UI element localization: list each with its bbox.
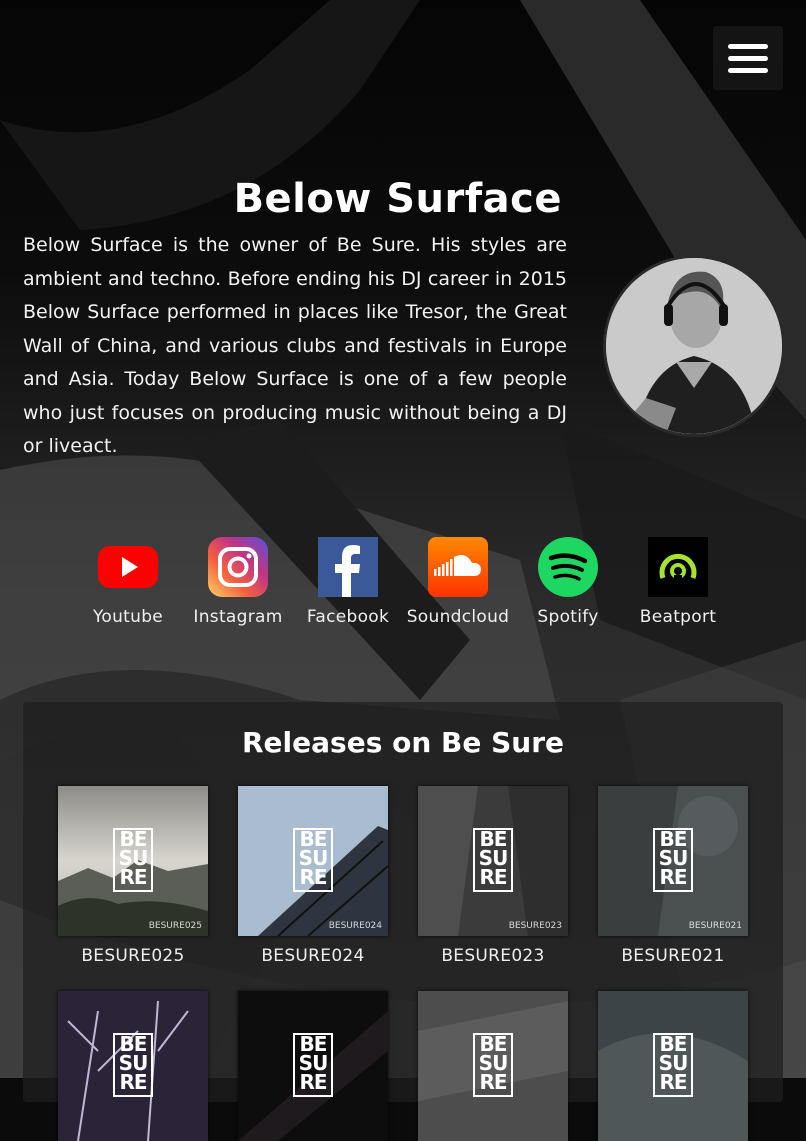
- release-cover: BE SU RE BESURE023: [418, 786, 568, 936]
- artist-bio: Below Surface is the owner of Be Sure. H…: [23, 234, 567, 457]
- besure-logo: BE SU RE: [653, 1033, 693, 1097]
- release-label: BESURE023: [441, 946, 545, 966]
- release-label: BESURE025: [81, 946, 185, 966]
- facebook-icon: [318, 537, 378, 597]
- cover-code: BESURE024: [328, 921, 382, 931]
- release-cover: BE SU RE BESURE024: [238, 786, 388, 936]
- release-cover: BE SU RE: [598, 991, 748, 1141]
- release-item[interactable]: BE SU RE BESURE023 BESURE023: [418, 786, 568, 966]
- menu-button[interactable]: [713, 26, 783, 90]
- beatport-icon: [648, 537, 708, 597]
- social-label: Facebook: [306, 607, 390, 627]
- release-cover: BE SU RE BESURE021: [598, 786, 748, 936]
- release-cover: BE SU RE BESURE025: [58, 786, 208, 936]
- besure-logo: BE SU RE: [293, 828, 333, 892]
- release-item[interactable]: BE SU RE: [598, 991, 748, 1141]
- social-link-youtube[interactable]: Youtube: [73, 537, 183, 627]
- besure-logo: BE SU RE: [293, 1033, 333, 1097]
- release-label: BESURE021: [621, 946, 725, 966]
- social-label: Beatport: [639, 607, 717, 627]
- release-item[interactable]: BE SU RE: [418, 991, 568, 1141]
- releases-title: Releases on Be Sure: [242, 726, 564, 759]
- spotify-icon: [538, 537, 598, 597]
- release-cover: BE SU RE: [238, 991, 388, 1141]
- instagram-icon: [208, 537, 268, 597]
- release-item[interactable]: BE SU RE: [58, 991, 208, 1141]
- release-item[interactable]: BE SU RE BESURE021 BESURE021: [598, 786, 748, 966]
- youtube-icon: [98, 546, 158, 588]
- hamburger-icon-bar: [728, 55, 768, 61]
- besure-logo: BE SU RE: [473, 1033, 513, 1097]
- avatar: [603, 255, 785, 437]
- social-label: Youtube: [92, 607, 164, 627]
- social-label: Spotify: [537, 607, 599, 627]
- social-link-instagram[interactable]: Instagram: [183, 537, 293, 627]
- social-link-soundcloud[interactable]: Soundcloud: [403, 537, 513, 627]
- soundcloud-icon: [428, 537, 488, 597]
- social-link-beatport[interactable]: Beatport: [623, 537, 733, 627]
- besure-logo: BE SU RE: [113, 1033, 153, 1097]
- social-link-spotify[interactable]: Spotify: [513, 537, 623, 627]
- hamburger-icon-bar: [728, 67, 768, 73]
- social-link-facebook[interactable]: Facebook: [293, 537, 403, 627]
- besure-logo: BE SU RE: [113, 828, 153, 892]
- hamburger-icon-bar: [728, 43, 768, 49]
- cover-code: BESURE021: [688, 921, 742, 931]
- social-label: Soundcloud: [406, 607, 510, 627]
- release-item[interactable]: BE SU RE BESURE025 BESURE025: [58, 786, 208, 966]
- social-label: Instagram: [193, 607, 283, 627]
- besure-logo: BE SU RE: [653, 828, 693, 892]
- release-item[interactable]: BE SU RE BESURE024 BESURE024: [238, 786, 388, 966]
- release-item[interactable]: BE SU RE: [238, 991, 388, 1141]
- releases-section: Releases on Be Sure BE SU RE BESURE025 BES…: [23, 702, 783, 1141]
- release-label: BESURE024: [261, 946, 365, 966]
- page-title: Below Surface: [233, 176, 562, 222]
- release-cover: BE SU RE: [418, 991, 568, 1141]
- release-cover: BE SU RE: [58, 991, 208, 1141]
- besure-logo: BE SU RE: [473, 828, 513, 892]
- cover-code: BESURE025: [148, 921, 202, 931]
- cover-code: BESURE023: [508, 921, 562, 931]
